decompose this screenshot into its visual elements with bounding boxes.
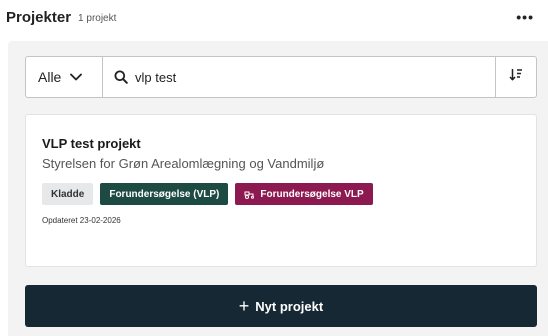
project-tags: Kladde Forundersøgelse (VLP) Forundersøg…: [42, 183, 536, 205]
type-badge: Forundersøgelse (VLP): [100, 183, 229, 205]
search-bar: Alle: [25, 56, 537, 98]
search-input[interactable]: [135, 65, 435, 89]
project-card[interactable]: VLP test projekt Styrelsen for Grøn Area…: [25, 114, 537, 267]
new-project-label: Nyt projekt: [255, 298, 324, 314]
search-icon: [114, 70, 128, 84]
more-horizontal-icon[interactable]: •••: [516, 10, 534, 24]
status-badge: Kladde: [42, 183, 94, 205]
page-title: Projekter: [6, 8, 72, 26]
plus-icon: +: [238, 296, 250, 316]
project-count: 1 projekt: [78, 12, 117, 24]
project-organization: Styrelsen for Grøn Arealomlægning og Van…: [42, 156, 325, 171]
chevron-down-icon: [70, 73, 83, 81]
tractor-icon: [244, 191, 255, 199]
sort-icon: [509, 68, 523, 86]
filter-dropdown[interactable]: Alle: [26, 57, 103, 97]
filter-selected-value: Alle: [38, 69, 62, 85]
search-field[interactable]: [103, 57, 495, 97]
updated-date: Opdateret 23-02-2026: [42, 216, 121, 225]
sort-button[interactable]: [495, 57, 536, 97]
category-badge: Forundersøgelse VLP: [235, 183, 373, 205]
page-header: Projekter 1 projekt •••: [0, 0, 548, 34]
project-title: VLP test projekt: [42, 136, 141, 151]
projects-panel: Alle VLP test projekt Styrelsen for Grøn…: [8, 41, 548, 336]
new-project-button[interactable]: + Nyt projekt: [25, 285, 537, 327]
